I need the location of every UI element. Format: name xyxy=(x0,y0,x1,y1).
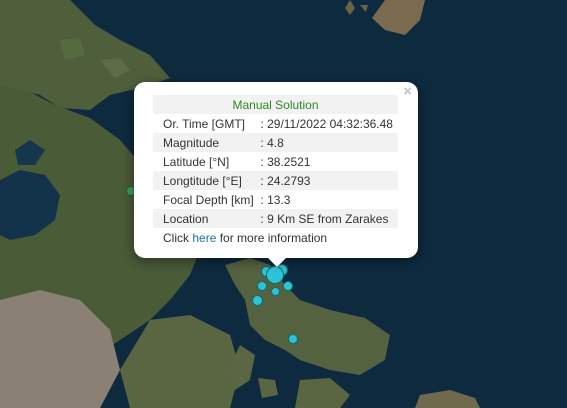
more-info-line: Click here for more information xyxy=(153,228,398,247)
earthquake-marker[interactable] xyxy=(288,334,298,344)
earthquake-details-table: Manual Solution Or. Time [GMT] : 29/11/2… xyxy=(153,95,398,247)
earthquake-marker[interactable] xyxy=(252,295,263,306)
earthquake-marker[interactable] xyxy=(283,281,293,291)
row-label-origin-time: Or. Time [GMT] xyxy=(163,116,246,131)
row-value-location: : 9 Km SE from Zarakes xyxy=(257,209,398,228)
popup-pointer xyxy=(268,258,286,267)
popup-heading: Manual Solution xyxy=(153,95,398,114)
row-value-focal-depth: : 13.3 xyxy=(260,192,291,207)
row-value-latitude: : 38.2521 xyxy=(260,154,311,169)
earthquake-marker[interactable] xyxy=(257,281,267,291)
row-label-latitude: Latitude [°N] xyxy=(163,154,230,169)
earthquake-info-popup: × Manual Solution Or. Time [GMT] : 29/11… xyxy=(134,82,418,267)
more-info-link[interactable]: here xyxy=(192,231,216,245)
earthquake-marker-selected[interactable] xyxy=(266,266,284,284)
more-info-prefix: Click xyxy=(163,230,193,245)
row-value-origin-time: : 29/11/2022 04:32:36.48 xyxy=(260,116,393,131)
row-label-location: Location xyxy=(153,209,258,228)
close-icon[interactable]: × xyxy=(403,84,412,100)
row-label-focal-depth: Focal Depth [km] xyxy=(163,192,254,207)
more-info-suffix: for more information xyxy=(216,230,328,245)
row-value-longitude: : 24.2793 xyxy=(257,171,398,190)
map-view[interactable]: × Manual Solution Or. Time [GMT] : 29/11… xyxy=(0,0,567,408)
row-value-magnitude: : 4.8 xyxy=(257,133,398,152)
row-label-longitude: Longtitude [°E] xyxy=(153,171,258,190)
earthquake-marker[interactable] xyxy=(271,287,280,296)
row-label-magnitude: Magnitude xyxy=(153,133,258,152)
